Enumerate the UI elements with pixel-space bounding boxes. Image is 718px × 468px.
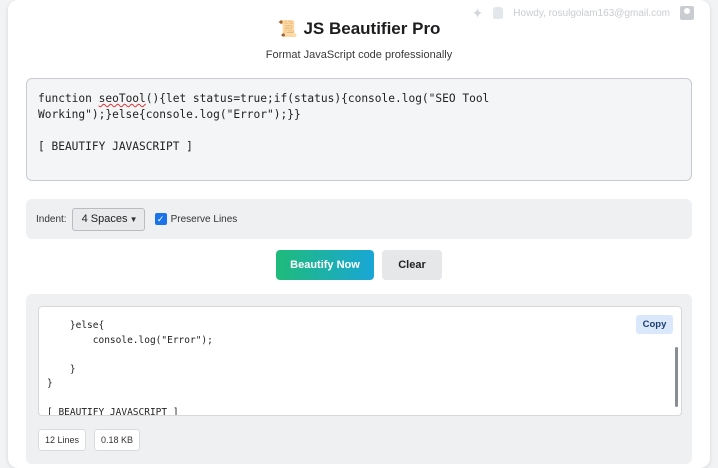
avatar[interactable] [680,6,694,20]
options-bar: Indent: 4 Spaces ▼ ✓ Preserve Lines [26,199,692,239]
preserve-lines-label[interactable]: Preserve Lines [171,214,238,225]
preserve-lines-checkbox[interactable]: ✓ [154,213,167,225]
clear-button[interactable]: Clear [382,250,442,280]
code-input-misspelled: seoTool [98,92,146,105]
indent-select[interactable]: 4 Spaces ▼ [71,207,145,231]
lines-stat: 12 Lines [38,429,87,451]
code-input[interactable]: function seoTool(){let status=true;if(st… [26,78,692,181]
size-stat: 0.18 KB [94,429,141,451]
chevron-down-icon: ▼ [129,214,138,224]
page-subtitle: Format JavaScript code professionally [265,49,453,61]
code-input-prefix: function [38,92,99,105]
user-greeting[interactable]: Howdy, rosulgolam163@gmail.com [513,8,670,19]
page-title-text: JS Beautifier Pro [303,19,441,38]
indent-select-value: 4 Spaces [81,213,128,225]
output-panel: }else{ console.log("Error"); } } [ BEAUT… [26,294,692,464]
notification-icon[interactable] [493,7,504,19]
code-output-text: }else{ console.log("Error"); } } [ BEAUT… [47,320,213,416]
code-output[interactable]: }else{ console.log("Error"); } } [ BEAUT… [38,306,682,416]
copy-button[interactable]: Copy [636,315,673,334]
indent-label: Indent: [36,213,67,225]
page-title: 📜 JS Beautifier Pro [0,19,718,39]
output-scrollbar[interactable] [675,347,678,407]
beautify-button[interactable]: Beautify Now [276,250,374,280]
scroll-icon: 📜 [277,21,298,38]
